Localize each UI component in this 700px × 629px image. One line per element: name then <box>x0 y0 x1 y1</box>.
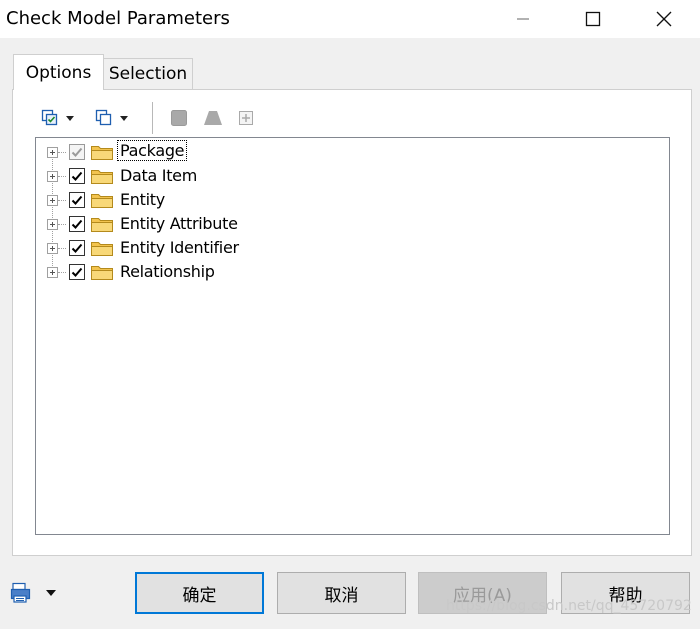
tab-options[interactable]: Options <box>13 54 104 90</box>
check-model-parameters-dialog: Check Model Parameters Options Selection <box>0 0 700 629</box>
title-bar[interactable]: Check Model Parameters <box>0 0 700 38</box>
select-all-dropdown-icon <box>66 115 74 121</box>
square-tool-button[interactable] <box>170 104 188 132</box>
cancel-button[interactable]: 取消 <box>277 572 406 614</box>
checkmark-icon <box>71 267 83 277</box>
tree-connector <box>58 152 66 153</box>
close-icon <box>656 11 672 27</box>
select-all-button[interactable] <box>41 104 74 132</box>
expand-icon[interactable] <box>47 219 58 230</box>
select-all-icon <box>41 109 58 126</box>
model-object-tree[interactable]: Package Data Item Entity Entity Attribute En… <box>35 137 670 535</box>
tree-connector <box>58 272 66 273</box>
expand-icon[interactable] <box>47 267 58 278</box>
options-panel: Package Data Item Entity Entity Attribute En… <box>12 89 692 556</box>
tree-connector <box>58 200 66 201</box>
expand-icon[interactable] <box>47 147 58 158</box>
tree-item-label: Relationship <box>120 262 215 281</box>
folder-icon <box>90 215 114 233</box>
tree-item-checkbox[interactable] <box>69 240 85 256</box>
square-icon <box>171 110 187 126</box>
printer-options-icon <box>10 582 31 603</box>
plus-box-icon <box>239 111 253 125</box>
tree-item[interactable]: Package <box>36 140 336 164</box>
expand-icon[interactable] <box>47 171 58 182</box>
tree-item-checkbox[interactable] <box>69 264 85 280</box>
tree-item[interactable]: Relationship <box>36 260 336 284</box>
checkmark-icon <box>71 195 83 205</box>
deselect-all-dropdown-icon <box>120 115 128 121</box>
toolbar-separator <box>152 102 153 134</box>
tree-item[interactable]: Entity <box>36 188 336 212</box>
minimize-icon <box>517 18 529 20</box>
triangle-icon <box>204 111 222 125</box>
checkmark-icon <box>71 219 83 229</box>
deselect-all-icon <box>95 109 112 126</box>
expand-icon[interactable] <box>47 195 58 206</box>
triangle-tool-button[interactable] <box>203 104 223 132</box>
tree-item-label: Package <box>116 140 188 161</box>
ok-button[interactable]: 确定 <box>135 572 264 614</box>
tree-item-label: Entity Attribute <box>120 214 238 233</box>
tree-item-checkbox[interactable] <box>69 144 85 160</box>
expand-icon[interactable] <box>47 243 58 254</box>
options-dropdown-icon <box>46 590 56 596</box>
window-title: Check Model Parameters <box>6 8 230 29</box>
tab-bar: Options Selection <box>12 54 692 90</box>
tree-item[interactable]: Data Item <box>36 164 336 188</box>
tree-connector <box>58 176 66 177</box>
tree-item-label: Entity <box>120 190 165 209</box>
deselect-all-button[interactable] <box>95 104 128 132</box>
tree-item[interactable]: Entity Identifier <box>36 236 336 260</box>
tree-item-checkbox[interactable] <box>69 216 85 232</box>
tree-item[interactable]: Entity Attribute <box>36 212 336 236</box>
tab-selection[interactable]: Selection <box>104 58 193 89</box>
tree-toolbar <box>35 102 435 134</box>
tree-item-checkbox[interactable] <box>69 168 85 184</box>
checkmark-icon <box>71 171 83 181</box>
tree-item-label: Data Item <box>120 166 198 185</box>
close-button[interactable] <box>641 0 687 38</box>
plus-box-tool-button[interactable] <box>238 104 254 132</box>
folder-icon <box>90 167 114 185</box>
tree-item-label: Entity Identifier <box>120 238 239 257</box>
checkmark-icon <box>71 243 83 253</box>
folder-icon <box>90 191 114 209</box>
tree-connector <box>58 248 66 249</box>
folder-icon <box>90 239 114 257</box>
checkmark-icon <box>71 147 83 157</box>
folder-icon <box>90 263 114 281</box>
minimize-button[interactable] <box>500 0 546 38</box>
tree-connector <box>58 224 66 225</box>
options-menu-button[interactable] <box>10 578 60 608</box>
folder-icon <box>90 143 114 161</box>
tree-item-checkbox[interactable] <box>69 192 85 208</box>
maximize-button[interactable] <box>570 0 616 38</box>
watermark-text: https://blog.csdn.net/qq_45720792 <box>446 598 692 614</box>
maximize-icon <box>585 11 601 27</box>
